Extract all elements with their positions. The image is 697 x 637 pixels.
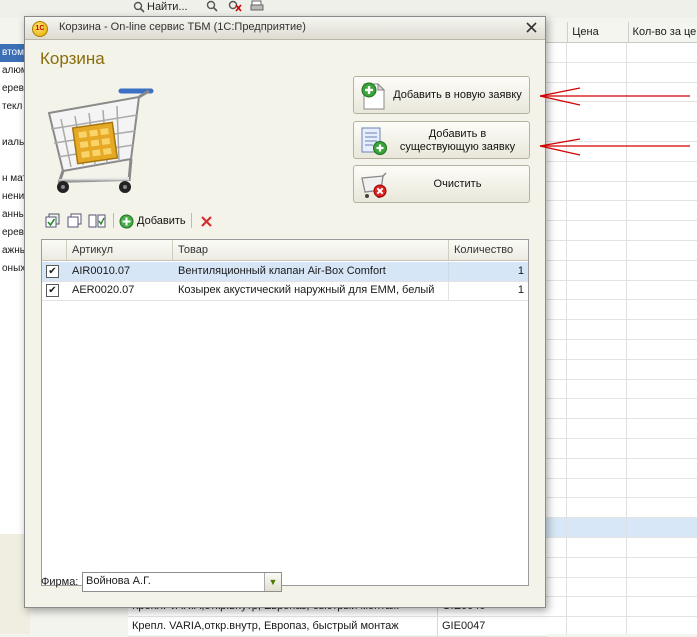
table-row[interactable] [543,438,697,459]
app-1c-icon: 1C [32,21,48,37]
check-all-icon [45,213,60,228]
search-icon [133,1,145,13]
magnifier-icon[interactable] [205,0,219,12]
add-row-label: Добавить [137,215,186,227]
background-grid-header: Цена Кол-во за це [543,22,697,43]
find-button[interactable]: Найти... [133,0,188,14]
table-row[interactable] [543,122,697,142]
table-row[interactable] [543,537,697,558]
table-row[interactable] [543,141,697,162]
table-row[interactable] [543,339,697,360]
table-row[interactable] [543,597,697,618]
table-row[interactable] [543,379,697,400]
table-row[interactable] [543,320,697,340]
table-row[interactable]: ✔ AER0020.07 Козырек акустический наружн… [42,281,528,301]
add-to-existing-order-button[interactable]: Добавить в существующую заявку [353,121,530,159]
table-row[interactable] [543,62,697,83]
table-row[interactable] [543,181,697,202]
table-row[interactable] [543,280,697,301]
close-button[interactable] [524,20,539,35]
quantity-cell[interactable]: 1 [448,281,524,300]
dropdown-arrow-icon[interactable]: ▼ [264,573,281,591]
table-row[interactable] [543,300,697,321]
column-header-check[interactable] [42,240,66,260]
table-row[interactable] [543,102,697,123]
row-checkbox[interactable]: ✔ [46,284,59,297]
table-row[interactable] [543,359,697,380]
print-icon[interactable] [250,0,264,12]
table-row[interactable] [543,498,697,519]
background-grid-rows [543,43,697,634]
invert-check-icon [88,214,106,228]
table-header: Артикул Товар Количество [42,240,528,261]
toolbar-separator [113,213,114,228]
column-header-price[interactable]: Цена [567,22,627,42]
title-bar[interactable]: 1C Корзина - On-line сервис ТБМ (1С:Пред… [25,17,545,40]
delete-x-icon [201,215,212,227]
table-row[interactable] [543,260,697,281]
cart-window: 1C Корзина - On-line сервис ТБМ (1С:Пред… [24,16,546,608]
find-label: Найти... [147,1,188,13]
table-row[interactable] [543,518,697,538]
firm-select[interactable]: Войнова А.Г. ▼ [82,572,282,592]
table-row[interactable] [543,577,697,598]
add-to-new-order-button[interactable]: Добавить в новую заявку [353,76,530,114]
row-checkbox[interactable]: ✔ [46,265,59,278]
table-row[interactable] [543,43,697,63]
product-cell: Козырек акустический наружный для ЕММ, б… [178,284,435,296]
document-list-plus-icon [361,127,387,155]
background-grid: Цена Кол-во за це [543,22,697,634]
product-cell: Вентиляционный клапан Air-Box Comfort [178,265,386,277]
firm-label: Фирма: [41,576,79,588]
cart-table: Артикул Товар Количество ✔ AIR0010.07 Ве… [41,239,529,586]
table-row[interactable] [543,557,697,578]
new-document-plus-icon [361,82,386,110]
check-all-button[interactable] [45,212,61,230]
table-row[interactable] [543,240,697,261]
add-circle-icon [119,214,134,228]
table-row[interactable]: Крепл. VARIA,откр.внутр, Европаз, быстры… [128,617,548,637]
column-header-article[interactable]: Артикул [66,240,172,260]
table-row[interactable]: ✔ AIR0010.07 Вентиляционный клапан Air-B… [42,262,528,282]
table-row[interactable] [543,458,697,479]
cart-remove-icon [361,172,387,198]
add-row-button[interactable]: Добавить [119,212,186,230]
table-row[interactable] [543,419,697,439]
close-icon [526,22,537,33]
table-row[interactable] [543,399,697,420]
column-header-product[interactable]: Товар [172,240,448,260]
page-title: Корзина [40,49,105,68]
clear-search-icon[interactable] [228,0,242,12]
add-to-existing-order-label: Добавить в существующую заявку [399,128,516,153]
article-cell: AER0020.07 [72,284,135,296]
table-row[interactable] [543,221,697,241]
uncheck-all-icon [67,213,82,228]
table-row[interactable] [543,478,697,499]
quantity-cell[interactable]: 1 [448,262,524,281]
column-header-quantity[interactable]: Количество [448,240,528,260]
article-cell: AIR0010.07 [72,265,131,277]
shopping-cart-icon [47,88,154,193]
add-to-new-order-label: Добавить в новую заявку [393,89,522,101]
uncheck-all-button[interactable] [67,212,83,230]
firm-value: Войнова А.Г. [86,575,151,587]
clear-cart-label: Очистить [433,178,482,190]
table-row[interactable] [543,617,697,634]
table-row[interactable] [543,201,697,222]
toolbar-separator [191,213,192,228]
window-title: Корзина - On-line сервис ТБМ (1С:Предпри… [59,21,306,33]
table-row[interactable] [543,82,697,103]
clear-cart-button[interactable]: Очистить [353,165,530,203]
table-row[interactable] [543,161,697,182]
invert-check-button[interactable] [88,212,108,230]
column-header-qty-price[interactable]: Кол-во за це [627,22,697,42]
delete-row-button[interactable] [200,212,213,230]
